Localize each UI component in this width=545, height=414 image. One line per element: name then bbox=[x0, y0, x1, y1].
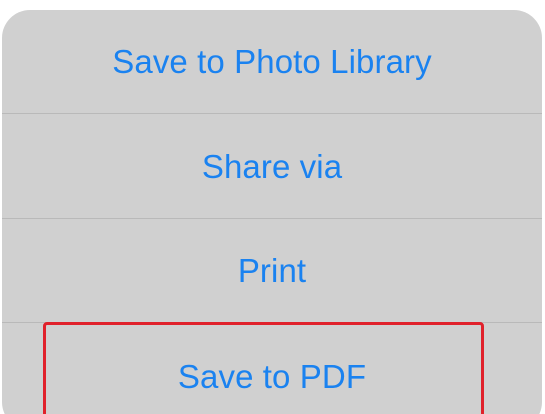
save-to-photo-library-button[interactable]: Save to Photo Library bbox=[2, 10, 542, 113]
print-button[interactable]: Print bbox=[2, 219, 542, 322]
save-to-pdf-label: Save to PDF bbox=[177, 358, 367, 395]
share-via-label: Share via bbox=[201, 147, 343, 185]
save-to-pdf-button[interactable]: Save to PDF bbox=[2, 323, 542, 414]
screen: Save to Photo Library Share via Print Sa… bbox=[0, 0, 545, 414]
print-label: Print bbox=[237, 252, 307, 289]
share-via-button[interactable]: Share via bbox=[2, 114, 542, 218]
share-action-sheet: Save to Photo Library Share via Print Sa… bbox=[2, 10, 542, 414]
save-to-photo-library-label: Save to Photo Library bbox=[112, 43, 432, 80]
